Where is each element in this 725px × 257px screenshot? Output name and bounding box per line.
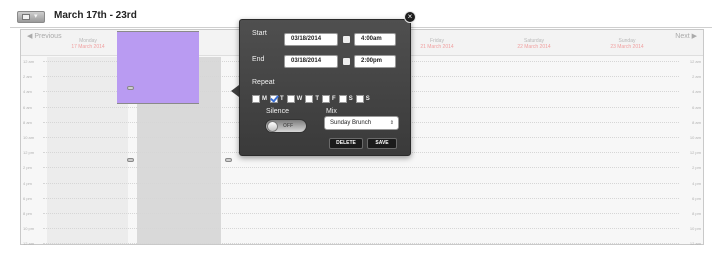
day-header-saturday[interactable]: Saturday 22 March 2014 [493,38,575,50]
repeat-checkbox-thursday[interactable] [305,94,314,103]
hour-label-left: 6 am [23,104,32,110]
popup-pointer [231,85,239,97]
event-resize-handle-right[interactable] [225,158,232,162]
hour-gridline [43,182,679,184]
event-resize-handle-bottom[interactable] [127,158,134,162]
hour-label-right: 6 pm [692,195,701,201]
repeat-checkbox-wednesday[interactable] [286,94,295,103]
close-popup-icon[interactable]: × [404,11,416,23]
hour-label-left: 12 pm [23,150,35,156]
delete-button[interactable]: DELETE [329,138,363,149]
hour-gridline [43,243,679,245]
repeat-checkbox-sunday[interactable] [355,94,364,103]
hour-label-left: 10 pm [23,226,35,232]
view-menu-button[interactable]: ▾ [17,11,45,23]
select-arrows-icon: ⇕ [389,120,394,126]
hour-label-left: 10 am [23,135,35,140]
day-column-monday[interactable] [47,57,128,244]
calendar-view-icon [22,14,30,20]
mix-label: Mix [326,108,337,115]
repeat-day-label: W [296,95,303,102]
hour-label-right: 12 am [689,59,701,64]
hour-label-left: 12 am [23,59,35,64]
repeat-checkbox-monday[interactable] [252,94,260,103]
repeat-day-label: S [365,95,370,102]
repeat-checkbox-saturday[interactable] [338,94,347,103]
save-button[interactable]: SAVE [367,138,397,149]
chevron-down-icon: ▾ [34,13,38,20]
repeat-day-label: F [332,95,336,102]
day-date: 22 March 2014 [517,44,551,50]
hour-label-right: 8 pm [692,211,701,216]
hour-label-left: 12 am [23,241,35,247]
repeat-day-label: S [348,95,353,102]
silence-toggle[interactable]: OFF [265,119,307,133]
hour-label-right: 8 am [692,119,701,125]
hour-label-right: 10 am [689,135,701,140]
repeat-day-label: T [280,95,284,102]
hour-gridline [43,167,679,169]
silence-label: Silence [266,108,289,115]
hour-label-left: 4 pm [23,180,32,186]
hour-label-left: 2 pm [23,165,32,171]
hour-label-right: 2 am [692,74,701,80]
scheduled-event[interactable] [117,31,199,104]
hour-label-right: 4 am [692,89,701,95]
hour-label-right: 12 am [689,241,701,247]
mix-select[interactable]: Sunday Brunch ⇕ [324,116,399,130]
hour-label-right: 6 am [692,104,701,110]
repeat-label: Repeat [252,79,275,86]
repeat-days: M T W T F S S [252,93,373,104]
hour-label-right: 12 pm [689,150,701,156]
repeat-day-label: T [315,95,320,102]
hour-label-left: 4 am [23,89,32,95]
hour-gridline [43,213,679,214]
mix-selected-value: Sunday Brunch [330,120,372,126]
repeat-day-label: M [262,95,267,102]
next-week-link[interactable]: Next ▶ [675,32,697,40]
hour-label-left: 8 pm [23,211,32,216]
hour-label-left: 6 pm [23,195,32,201]
end-date-field[interactable]: 03/18/2014 [284,55,338,68]
week-title: March 17th - 23rd [54,10,137,21]
start-date-field[interactable]: 03/18/2014 [284,33,338,46]
toggle-state-text: OFF [283,123,293,129]
start-calendar-icon[interactable] [343,36,350,43]
day-header-sunday[interactable]: Sunday 23 March 2014 [586,38,668,50]
start-label: Start [252,30,267,37]
hour-label-right: 10 pm [689,226,701,232]
event-editor-popup: Start 03/18/2014 4:00am End 03/18/2014 2… [239,19,411,156]
end-time-field[interactable]: 2:00pm [354,55,396,68]
hour-label-left: 8 am [23,119,32,125]
repeat-checkbox-friday[interactable] [322,94,331,103]
hour-gridline [43,197,679,199]
end-label: End [252,56,265,63]
repeat-checkbox-tuesday[interactable] [270,94,278,103]
end-calendar-icon[interactable] [343,58,350,65]
event-resize-handle-top[interactable] [127,86,134,90]
hour-gridline [43,228,679,230]
hour-label-right: 4 pm [692,180,701,186]
day-date: 23 March 2014 [610,44,644,50]
toggle-knob [267,121,278,132]
hour-label-right: 2 pm [692,165,701,171]
start-time-field[interactable]: 4:00am [354,33,396,46]
hour-label-left: 2 am [23,74,32,80]
